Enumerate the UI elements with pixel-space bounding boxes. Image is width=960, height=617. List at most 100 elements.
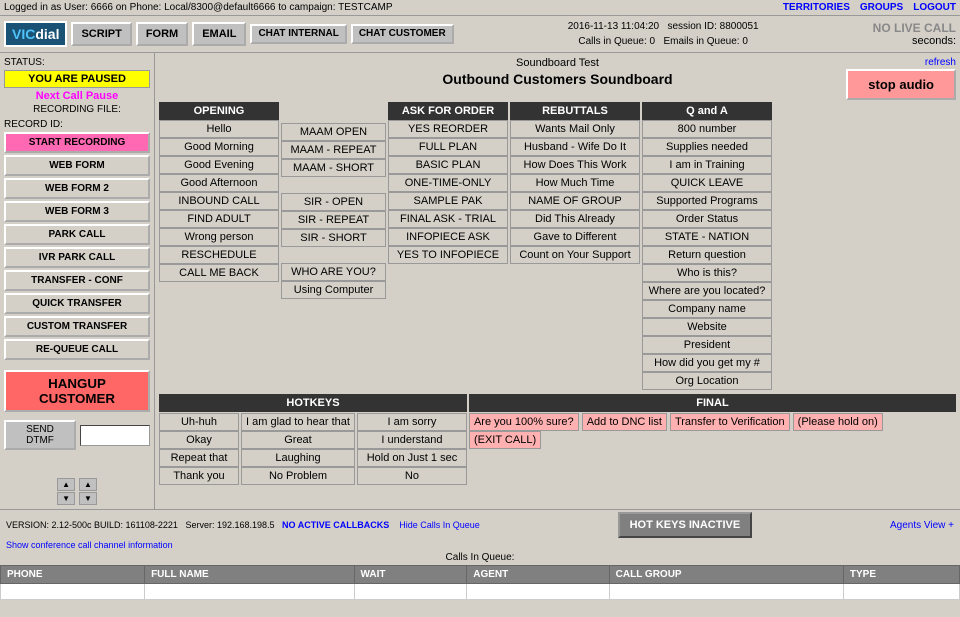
sb-president[interactable]: President (642, 336, 772, 354)
conference-link[interactable]: Show conference call channel information (6, 540, 173, 550)
sb-wrong-person[interactable]: Wrong person (159, 228, 279, 246)
territories-link[interactable]: TERRITORIES (783, 2, 850, 13)
sb-where-located[interactable]: Where are you located? (642, 282, 772, 300)
sb-in-training[interactable]: I am in Training (642, 156, 772, 174)
sb-good-afternoon[interactable]: Good Afternoon (159, 174, 279, 192)
sb-add-dnc[interactable]: Add to DNC list (582, 413, 667, 431)
requeue-call-button[interactable]: RE-QUEUE CALL (4, 339, 150, 360)
sb-are-you-sure[interactable]: Are you 100% sure? (469, 413, 579, 431)
sb-glad-hear[interactable]: I am glad to hear that (241, 413, 355, 431)
sb-great[interactable]: Great (241, 431, 355, 449)
web-form-2-button[interactable]: WEB FORM 2 (4, 178, 150, 199)
sb-basic-plan[interactable]: BASIC PLAN (388, 156, 508, 174)
sb-no-problem[interactable]: No Problem (241, 467, 355, 485)
sb-hello[interactable]: Hello (159, 120, 279, 138)
sb-hold-1-sec[interactable]: Hold on Just 1 sec (357, 449, 467, 467)
sb-800-number[interactable]: 800 number (642, 120, 772, 138)
sb-sir-short[interactable]: SIR - SHORT (281, 229, 386, 247)
sb-good-morning[interactable]: Good Morning (159, 138, 279, 156)
sb-husband-wife[interactable]: Husband - Wife Do It (510, 138, 640, 156)
sb-transfer-verification[interactable]: Transfer to Verification (670, 413, 790, 431)
send-dtmf-button[interactable]: SEND DTMF (4, 420, 76, 450)
email-button[interactable]: EMAIL (192, 22, 246, 46)
park-call-button[interactable]: PARK CALL (4, 224, 150, 245)
sb-sample-pak[interactable]: SAMPLE PAK (388, 192, 508, 210)
sb-reschedule[interactable]: RESCHEDULE (159, 246, 279, 264)
dtmf-input[interactable] (80, 425, 150, 446)
sb-who-is-this[interactable]: Who is this? (642, 264, 772, 282)
soundboard-title: Outbound Customers Soundboard (358, 71, 757, 87)
sb-laughing[interactable]: Laughing (241, 449, 355, 467)
sb-state-nation[interactable]: STATE - NATION (642, 228, 772, 246)
sb-maam-open[interactable]: MAAM OPEN (281, 123, 386, 141)
vol-up2-button[interactable]: ▲ (79, 478, 97, 491)
groups-link[interactable]: GROUPS (860, 2, 903, 13)
sb-did-this-already[interactable]: Did This Already (510, 210, 640, 228)
sb-how-much-time[interactable]: How Much Time (510, 174, 640, 192)
sb-thank-you[interactable]: Thank you (159, 467, 239, 485)
sb-full-plan[interactable]: FULL PLAN (388, 138, 508, 156)
sb-who-are-you[interactable]: WHO ARE YOU? (281, 263, 386, 281)
no-callbacks-link[interactable]: NO ACTIVE CALLBACKS (282, 520, 389, 530)
sb-yes-infopiece[interactable]: YES TO INFOPIECE (388, 246, 508, 264)
sb-uh-huh[interactable]: Uh-huh (159, 413, 239, 431)
sb-wants-mail[interactable]: Wants Mail Only (510, 120, 640, 138)
web-form-button[interactable]: WEB FORM (4, 155, 150, 176)
hot-keys-inactive-button[interactable]: HOT KEYS INACTIVE (618, 512, 753, 538)
sb-how-does-work[interactable]: How Does This Work (510, 156, 640, 174)
refresh-link[interactable]: refresh (925, 57, 956, 68)
sb-count-support[interactable]: Count on Your Support (510, 246, 640, 264)
sb-using-computer[interactable]: Using Computer (281, 281, 386, 299)
sb-okay[interactable]: Okay (159, 431, 239, 449)
sb-exit-call[interactable]: (EXIT CALL) (469, 431, 541, 449)
sb-return-question[interactable]: Return question (642, 246, 772, 264)
sb-i-understand[interactable]: I understand (357, 431, 467, 449)
sb-good-evening[interactable]: Good Evening (159, 156, 279, 174)
sb-maam-short[interactable]: MAAM - SHORT (281, 159, 386, 177)
sb-find-adult[interactable]: FIND ADULT (159, 210, 279, 228)
sb-supplies-needed[interactable]: Supplies needed (642, 138, 772, 156)
sb-i-am-sorry[interactable]: I am sorry (357, 413, 467, 431)
sb-website[interactable]: Website (642, 318, 772, 336)
sb-maam-repeat[interactable]: MAAM - REPEAT (281, 141, 386, 159)
sb-order-status[interactable]: Order Status (642, 210, 772, 228)
sb-final-ask-trial[interactable]: FINAL ASK - TRIAL (388, 210, 508, 228)
next-call-link[interactable]: Next Call Pause (36, 90, 119, 102)
next-call-pause: Next Call Pause (4, 90, 150, 102)
vol-down2-button[interactable]: ▼ (79, 492, 97, 505)
ivr-park-call-button[interactable]: IVR PARK CALL (4, 247, 150, 268)
sb-how-get-number[interactable]: How did you get my # (642, 354, 772, 372)
transfer-conf-button[interactable]: TRANSFER - CONF (4, 270, 150, 291)
sb-org-location[interactable]: Org Location (642, 372, 772, 390)
script-button[interactable]: SCRIPT (71, 22, 131, 46)
web-form-3-button[interactable]: WEB FORM 3 (4, 201, 150, 222)
sb-sir-open[interactable]: SIR - OPEN (281, 193, 386, 211)
agents-view-link[interactable]: Agents View + (890, 520, 954, 531)
start-recording-button[interactable]: START RECORDING (4, 132, 150, 153)
sb-repeat-that[interactable]: Repeat that (159, 449, 239, 467)
sb-gave-different[interactable]: Gave to Different (510, 228, 640, 246)
stop-audio-button[interactable]: stop audio (846, 69, 956, 100)
sb-inbound-call[interactable]: INBOUND CALL (159, 192, 279, 210)
form-button[interactable]: FORM (136, 22, 188, 46)
sb-please-hold[interactable]: (Please hold on) (793, 413, 883, 431)
vol-up-button[interactable]: ▲ (57, 478, 75, 491)
logout-link[interactable]: LOGOUT (913, 2, 956, 13)
sb-infopiece-ask[interactable]: INFOPIECE ASK (388, 228, 508, 246)
quick-transfer-button[interactable]: QUICK TRANSFER (4, 293, 150, 314)
hide-calls-link[interactable]: Hide Calls In Queue (399, 520, 480, 530)
sb-sir-repeat[interactable]: SIR - REPEAT (281, 211, 386, 229)
sb-call-me-back[interactable]: CALL ME BACK (159, 264, 279, 282)
sb-quick-leave[interactable]: QUICK LEAVE (642, 174, 772, 192)
hangup-customer-button[interactable]: HANGUP CUSTOMER (4, 370, 150, 412)
chat-internal-button[interactable]: CHAT INTERNAL (250, 24, 346, 44)
sb-one-time-only[interactable]: ONE-TIME-ONLY (388, 174, 508, 192)
custom-transfer-button[interactable]: CUSTOM TRANSFER (4, 316, 150, 337)
vol-down-button[interactable]: ▼ (57, 492, 75, 505)
sb-name-of-group[interactable]: NAME OF GROUP (510, 192, 640, 210)
chat-customer-button[interactable]: CHAT CUSTOMER (351, 24, 454, 44)
sb-supported-programs[interactable]: Supported Programs (642, 192, 772, 210)
sb-company-name[interactable]: Company name (642, 300, 772, 318)
sb-no[interactable]: No (357, 467, 467, 485)
sb-yes-reorder[interactable]: YES REORDER (388, 120, 508, 138)
